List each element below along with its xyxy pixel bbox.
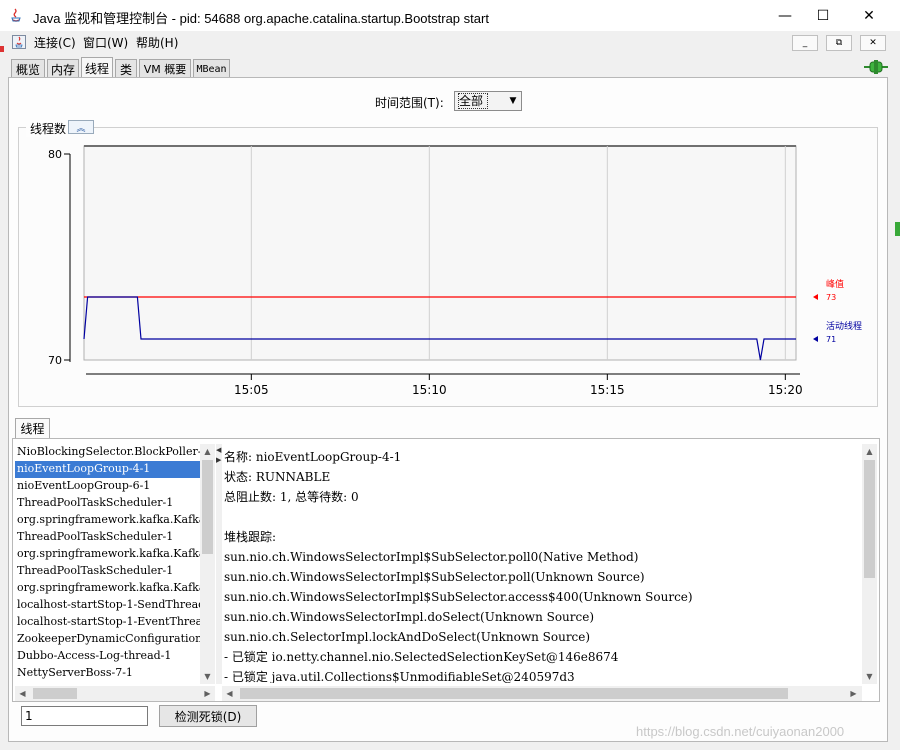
thread-list-item[interactable]: nioEventLoopGroup-6-1	[15, 478, 200, 495]
menu-help[interactable]: 帮助(H)	[136, 34, 178, 51]
scroll-left-icon[interactable]: ◀	[15, 686, 30, 701]
thread-detail-line: sun.nio.ch.WindowsSelectorImpl$SubSelect…	[224, 590, 693, 604]
thread-list-item[interactable]: ThreadPoolTaskScheduler-1	[15, 495, 200, 512]
scroll-up-icon[interactable]: ▲	[862, 444, 877, 459]
threads-section-tab[interactable]: 线程	[15, 418, 50, 438]
thread-list-item[interactable]: NioBlockingSelector.BlockPoller-1	[15, 444, 200, 461]
thread-detail-line: sun.nio.ch.WindowsSelectorImpl$SubSelect…	[224, 570, 645, 584]
legend-label: 活动线程	[826, 320, 862, 332]
detail-scroll-thumb[interactable]	[864, 460, 875, 578]
legend-label: 峰值	[826, 278, 844, 290]
frame-minimize-button[interactable]: _	[792, 35, 818, 51]
thread-detail-line: 总阻止数: 1, 总等待数: 0	[224, 490, 359, 504]
scroll-right-icon[interactable]: ▶	[846, 686, 861, 701]
thread-list-item[interactable]: org.springframework.kafka.KafkaListenerE…	[15, 580, 200, 597]
tab-vm-summary[interactable]: VM 概要	[139, 59, 191, 78]
menu-bar	[0, 31, 900, 53]
legend-marker	[813, 336, 818, 342]
thread-detail-line: sun.nio.ch.SelectorImpl.lockAndDoSelect(…	[224, 630, 591, 644]
scroll-left-icon[interactable]: ◀	[222, 686, 237, 701]
thread-detail-text: 名称: nioEventLoopGroup-4-1 状态: RUNNABLE 总阻止…	[224, 447, 860, 683]
x-tick-label: 15:20	[768, 383, 803, 397]
thread-detail-line: 名称: nioEventLoopGroup-4-1	[224, 450, 402, 464]
thread-list-item[interactable]: NettyServerBoss-7-1	[15, 665, 200, 682]
collapse-chevron-icon[interactable]: ︽	[68, 120, 94, 134]
thread-list-scroll-thumb[interactable]	[202, 460, 213, 554]
scroll-down-icon[interactable]: ▼	[200, 669, 215, 684]
splitter-right-arrow-icon[interactable]: ▶	[216, 456, 221, 464]
window-title: Java 监视和管理控制台 - pid: 54688 org.apache.ca…	[33, 11, 489, 26]
y-tick-label: 80	[48, 148, 62, 161]
legend-marker	[813, 294, 818, 300]
scroll-up-icon[interactable]: ▲	[200, 444, 215, 459]
thread-detail-line: sun.nio.ch.WindowsSelectorImpl$SubSelect…	[224, 550, 639, 564]
close-button[interactable]: ✕	[846, 0, 892, 31]
thread-list[interactable]: NioBlockingSelector.BlockPoller-1 nioEven…	[15, 444, 200, 684]
y-tick-label: 70	[48, 354, 62, 367]
split-pane-divider[interactable]	[216, 444, 222, 684]
x-tick-label: 15:15	[590, 383, 625, 397]
splitter-left-arrow-icon[interactable]: ◀	[216, 446, 221, 454]
thread-list-h-thumb[interactable]	[33, 688, 77, 699]
thread-list-item[interactable]: ThreadPoolTaskScheduler-1	[15, 563, 200, 580]
thread-list-item[interactable]: ZookeeperDynamicConfiguration-thread	[15, 631, 200, 648]
chevron-down-icon: ▼	[509, 96, 517, 106]
thread-detail-line: 堆栈跟踪:	[224, 530, 277, 544]
thread-list-item[interactable]: Dubbo-Access-Log-thread-1	[15, 648, 200, 665]
thread-list-item[interactable]: ThreadPoolTaskScheduler-1	[15, 529, 200, 546]
thread-list-item[interactable]: org.springframework.kafka.KafkaListenerE…	[15, 512, 200, 529]
jconsole-window: Java 监视和管理控制台 - pid: 54688 org.apache.ca…	[0, 0, 900, 750]
internal-frame-icon[interactable]	[11, 34, 27, 50]
frame-close-button[interactable]: ✕	[860, 35, 886, 51]
tab-mbean[interactable]: MBean	[193, 59, 230, 78]
window-edge-fragment	[895, 222, 900, 236]
menu-connect[interactable]: 连接(C)	[34, 34, 76, 51]
frame-restore-button[interactable]: ⧉	[826, 35, 852, 51]
thread-list-item[interactable]: nioEventLoopGroup-4-1	[15, 461, 200, 478]
maximize-button[interactable]: ☐	[800, 0, 846, 31]
thread-id-input[interactable]: 1	[21, 706, 148, 726]
thread-detail-line: - 已锁定 java.util.Collections$Unmodifiable…	[224, 670, 575, 683]
tab-overview[interactable]: 概览	[11, 59, 45, 78]
detect-deadlock-button[interactable]: 检测死锁(D)	[159, 705, 257, 727]
window-edge-fragment	[0, 46, 4, 52]
time-range-label: 时间范围(T):	[375, 96, 444, 110]
chart-panel-title: 线程数	[26, 120, 71, 137]
tab-memory[interactable]: 内存	[47, 59, 79, 78]
legend-value: 71	[826, 335, 836, 344]
menu-window[interactable]: 窗口(W)	[83, 34, 128, 51]
thread-list-item[interactable]: localhost-startStop-1-EventThread	[15, 614, 200, 631]
scroll-down-icon[interactable]: ▼	[862, 669, 877, 684]
legend-value: 73	[826, 293, 836, 302]
x-tick-label: 15:05	[234, 383, 269, 397]
java-app-icon	[8, 7, 24, 23]
scroll-right-icon[interactable]: ▶	[200, 686, 215, 701]
plot-area	[83, 145, 797, 361]
tab-threads[interactable]: 线程	[81, 57, 113, 78]
thread-detail-line: sun.nio.ch.WindowsSelectorImpl.doSelect(…	[224, 610, 595, 624]
thread-list-item[interactable]: localhost-startStop-1-SendThread	[15, 597, 200, 614]
watermark-text: https://blog.csdn.net/cuiyaonan2000	[636, 724, 845, 739]
detail-h-thumb[interactable]	[240, 688, 788, 699]
thread-detail-line: - 已锁定 io.netty.channel.nio.SelectedSelec…	[224, 650, 619, 664]
thread-detail-line: 状态: RUNNABLE	[224, 470, 331, 484]
connection-status-icon	[864, 60, 888, 74]
thread-count-chart: 15:05 15:10 15:15 15:20 70 80 峰值 73 活动线程 71	[48, 145, 862, 397]
thread-list-item[interactable]: org.springframework.kafka.KafkaListenerE…	[15, 546, 200, 563]
tab-classes[interactable]: 类	[115, 59, 137, 78]
time-range-value: 全部	[458, 93, 489, 109]
thread-detail-line	[224, 507, 860, 527]
x-tick-label: 15:10	[412, 383, 447, 397]
